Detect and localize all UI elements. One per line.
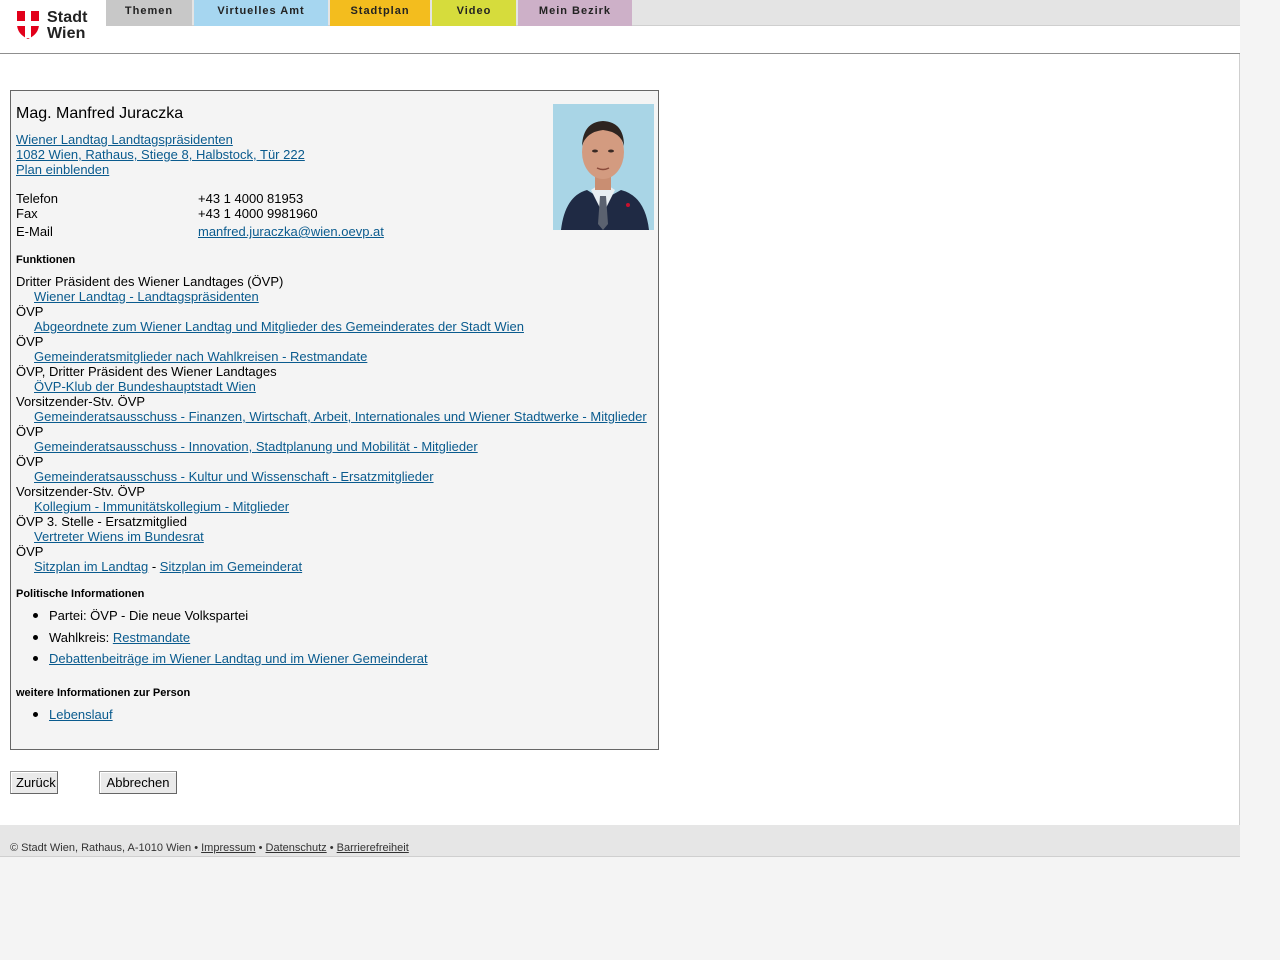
logo-text-line2: Wien [47, 25, 86, 42]
party-info: Partei: ÖVP - Die neue Volkspartei [49, 608, 249, 623]
fax-label: Fax [16, 206, 38, 221]
plan-link[interactable]: Plan einblenden [16, 162, 109, 177]
list-bullet [33, 712, 38, 717]
sitzplan-landtag-link[interactable]: Sitzplan im Landtag [34, 559, 148, 574]
wahlkreis-label: Wahlkreis: [49, 630, 110, 645]
function-link[interactable]: Vertreter Wiens im Bundesrat [34, 529, 204, 544]
function-link[interactable]: Abgeordnete zum Wiener Landtag und Mitgl… [34, 319, 524, 334]
footer-separator: • [329, 842, 334, 854]
function-link[interactable]: ÖVP-Klub der Bundeshauptstadt Wien [34, 379, 256, 394]
nav-stadtplan[interactable]: Stadtplan [330, 0, 430, 26]
nav-video[interactable]: Video [432, 0, 516, 26]
function-link[interactable]: Gemeinderatsmitglieder nach Wahlkreisen … [34, 349, 367, 364]
footer: © Stadt Wien, Rathaus, A-1010 Wien • Imp… [0, 825, 1240, 857]
page: Stadt Wien Themen Virtuelles Amt Stadtpl… [0, 0, 1240, 857]
barrierefreiheit-link[interactable]: Barrierefreiheit [337, 842, 409, 854]
stadt-wien-logo[interactable]: Stadt Wien [17, 10, 97, 44]
sitzplan-row: Sitzplan im Landtag - Sitzplan im Gemein… [34, 559, 302, 574]
email-link[interactable]: manfred.juraczka@wien.oevp.at [198, 224, 384, 239]
function-link[interactable]: Gemeinderatsausschuss - Kultur und Wisse… [34, 469, 434, 484]
person-name: Mag. Manfred Juraczka [16, 105, 184, 122]
org-link[interactable]: Wiener Landtag Landtagspräsidenten [16, 132, 233, 147]
function-text: Vorsitzender-Stv. ÖVP [16, 394, 146, 409]
list-bullet [33, 656, 38, 661]
function-text: ÖVP [16, 424, 44, 439]
function-link[interactable]: Kollegium - Immunitätskollegium - Mitgli… [34, 499, 289, 514]
function-text: ÖVP [16, 334, 44, 349]
sitzplan-gemeinderat-link[interactable]: Sitzplan im Gemeinderat [160, 559, 302, 574]
logo-text-line1: Stadt [47, 9, 88, 26]
more-info-heading: weitere Informationen zur Person [16, 687, 191, 699]
function-text: ÖVP [16, 454, 44, 469]
functions-heading: Funktionen [16, 254, 76, 266]
wahlkreis-link[interactable]: Restmandate [113, 630, 190, 645]
phone-label: Telefon [16, 191, 58, 206]
copyright: © Stadt Wien, Rathaus, A-1010 Wien [10, 842, 192, 854]
nav-mein-bezirk[interactable]: Mein Bezirk [518, 0, 632, 26]
logo-text: Stadt Wien [47, 10, 88, 42]
main-nav: Themen Virtuelles Amt Stadtplan Video Me… [106, 0, 634, 26]
political-heading: Politische Informationen [16, 588, 145, 600]
address-link[interactable]: 1082 Wien, Rathaus, Stiege 8, Halbstock,… [16, 147, 305, 162]
function-text: ÖVP, Dritter Präsident des Wiener Landta… [16, 364, 277, 379]
wahlkreis-row: Wahlkreis: Restmandate [49, 630, 190, 645]
function-text: ÖVP 3. Stelle - Ersatzmitglied [16, 514, 187, 529]
sitzplan-separator: - [151, 559, 157, 574]
cv-link[interactable]: Lebenslauf [49, 707, 113, 722]
email-label: E-Mail [16, 224, 53, 239]
function-text: ÖVP [16, 304, 44, 319]
function-link[interactable]: Gemeinderatsausschuss - Finanzen, Wirtsc… [34, 409, 647, 424]
footer-text: © Stadt Wien, Rathaus, A-1010 Wien • Imp… [10, 842, 409, 854]
footer-separator: • [194, 842, 199, 854]
impressum-link[interactable]: Impressum [201, 842, 255, 854]
back-button[interactable]: Zurück [10, 771, 58, 794]
header: Stadt Wien Themen Virtuelles Amt Stadtpl… [0, 0, 1240, 54]
nav-virtuelles-amt[interactable]: Virtuelles Amt [194, 0, 328, 26]
function-text: Vorsitzender-Stv. ÖVP [16, 484, 146, 499]
function-text: Dritter Präsident des Wiener Landtages (… [16, 274, 284, 289]
person-photo [553, 104, 654, 230]
person-card: Mag. Manfred Juraczka Wiener Landtag Lan… [10, 90, 659, 750]
wien-shield-icon [17, 11, 39, 39]
phone-value: +43 1 4000 81953 [198, 191, 304, 206]
function-link[interactable]: Gemeinderatsausschuss - Innovation, Stad… [34, 439, 478, 454]
list-bullet [33, 635, 38, 640]
footer-separator: • [258, 842, 263, 854]
function-text: ÖVP [16, 544, 44, 559]
nav-themen[interactable]: Themen [106, 0, 192, 26]
datenschutz-link[interactable]: Datenschutz [266, 842, 327, 854]
function-link[interactable]: Wiener Landtag - Landtagspräsidenten [34, 289, 259, 304]
debates-link[interactable]: Debattenbeiträge im Wiener Landtag und i… [49, 651, 428, 666]
cancel-button[interactable]: Abbrechen [99, 771, 177, 794]
list-bullet [33, 613, 38, 618]
fax-value: +43 1 4000 9981960 [198, 206, 318, 221]
